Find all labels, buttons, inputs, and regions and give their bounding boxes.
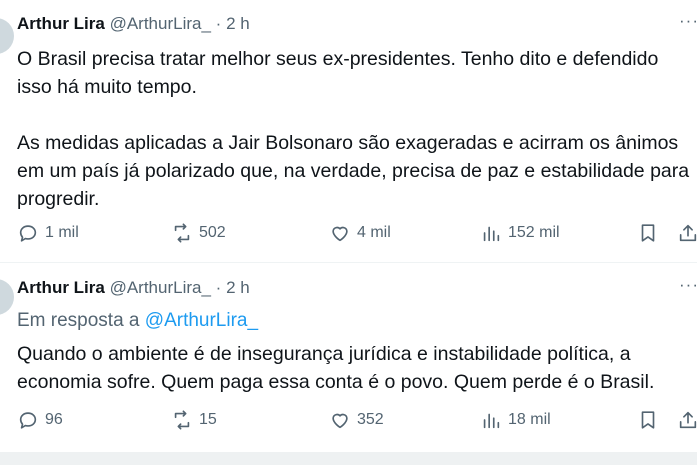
share-icon: [679, 411, 697, 429]
heart-icon: [332, 413, 348, 429]
bookmark-button[interactable]: [637, 221, 659, 245]
separator-dot: ·: [215, 278, 222, 297]
share-button[interactable]: [677, 408, 697, 432]
reply-count: 1 mil: [45, 224, 79, 241]
share-icon: [679, 224, 697, 242]
more-options-icon[interactable]: ···: [679, 10, 697, 32]
author-name[interactable]: Arthur Lira: [17, 14, 105, 33]
retweet-button[interactable]: 15: [171, 408, 217, 432]
views-icon: [483, 413, 500, 429]
tweet-time[interactable]: 2 h: [226, 14, 250, 33]
like-count: 4 mil: [357, 224, 391, 241]
timeline-feed: Arthur Lira @ArthurLira_ · 2 h ··· O Bra…: [0, 0, 697, 465]
views-icon: [483, 226, 500, 242]
heart-icon: [332, 226, 348, 242]
avatar[interactable]: [0, 18, 14, 54]
reply-icon: [19, 412, 37, 429]
tweet-text: O Brasil precisa tratar melhor seus ex-p…: [17, 45, 697, 213]
views-button[interactable]: 18 mil: [480, 408, 551, 432]
like-count: 352: [357, 411, 384, 428]
retweet-icon: [174, 223, 190, 243]
tweet-text: Quando o ambiente é de insegurança juríd…: [17, 340, 697, 396]
views-button[interactable]: 152 mil: [480, 221, 560, 245]
more-options-icon[interactable]: ···: [679, 274, 697, 296]
tweet-paragraph: Quando o ambiente é de insegurança juríd…: [17, 343, 655, 393]
tweet-actions: 1 mil 502 4 mil 152 mil: [17, 221, 697, 245]
views-count: 152 mil: [508, 224, 560, 241]
retweet-button[interactable]: 502: [171, 221, 226, 245]
reply-prefix: Em resposta a: [17, 310, 140, 331]
avatar[interactable]: [0, 279, 14, 315]
bottom-edge: [0, 452, 697, 465]
reply-button[interactable]: 96: [17, 408, 63, 432]
bookmark-icon: [641, 411, 655, 429]
share-button[interactable]: [677, 221, 697, 245]
tweet-paragraph: O Brasil precisa tratar melhor seus ex-p…: [17, 48, 659, 98]
reply-handle-link[interactable]: @ArthurLira_: [145, 310, 258, 331]
tweet-actions: 96 15 352 18 mil: [17, 408, 697, 432]
reply-context: Em resposta a @ArthurLira_: [17, 308, 258, 334]
bookmark-icon: [641, 224, 655, 242]
retweet-count: 502: [199, 224, 226, 241]
author-name[interactable]: Arthur Lira: [17, 278, 105, 297]
author-handle[interactable]: @ArthurLira_: [110, 14, 211, 33]
retweet-count: 15: [199, 411, 217, 428]
bookmark-button[interactable]: [637, 408, 659, 432]
tweet-time[interactable]: 2 h: [226, 278, 250, 297]
tweet-header: Arthur Lira @ArthurLira_ · 2 h: [17, 277, 250, 299]
retweet-icon: [174, 410, 190, 430]
tweet-paragraph: As medidas aplicadas a Jair Bolsonaro sã…: [17, 132, 690, 210]
like-button[interactable]: 352: [329, 408, 384, 432]
author-handle[interactable]: @ArthurLira_: [110, 278, 211, 297]
tweet[interactable]: Arthur Lira @ArthurLira_ · 2 h ··· O Bra…: [0, 0, 697, 262]
like-button[interactable]: 4 mil: [329, 221, 391, 245]
reply-icon: [19, 225, 37, 242]
tweet-header: Arthur Lira @ArthurLira_ · 2 h: [17, 13, 250, 35]
tweet[interactable]: Arthur Lira @ArthurLira_ · 2 h ··· Em re…: [0, 262, 697, 452]
reply-count: 96: [45, 411, 63, 428]
separator-dot: ·: [215, 14, 222, 33]
views-count: 18 mil: [508, 411, 551, 428]
reply-button[interactable]: 1 mil: [17, 221, 79, 245]
